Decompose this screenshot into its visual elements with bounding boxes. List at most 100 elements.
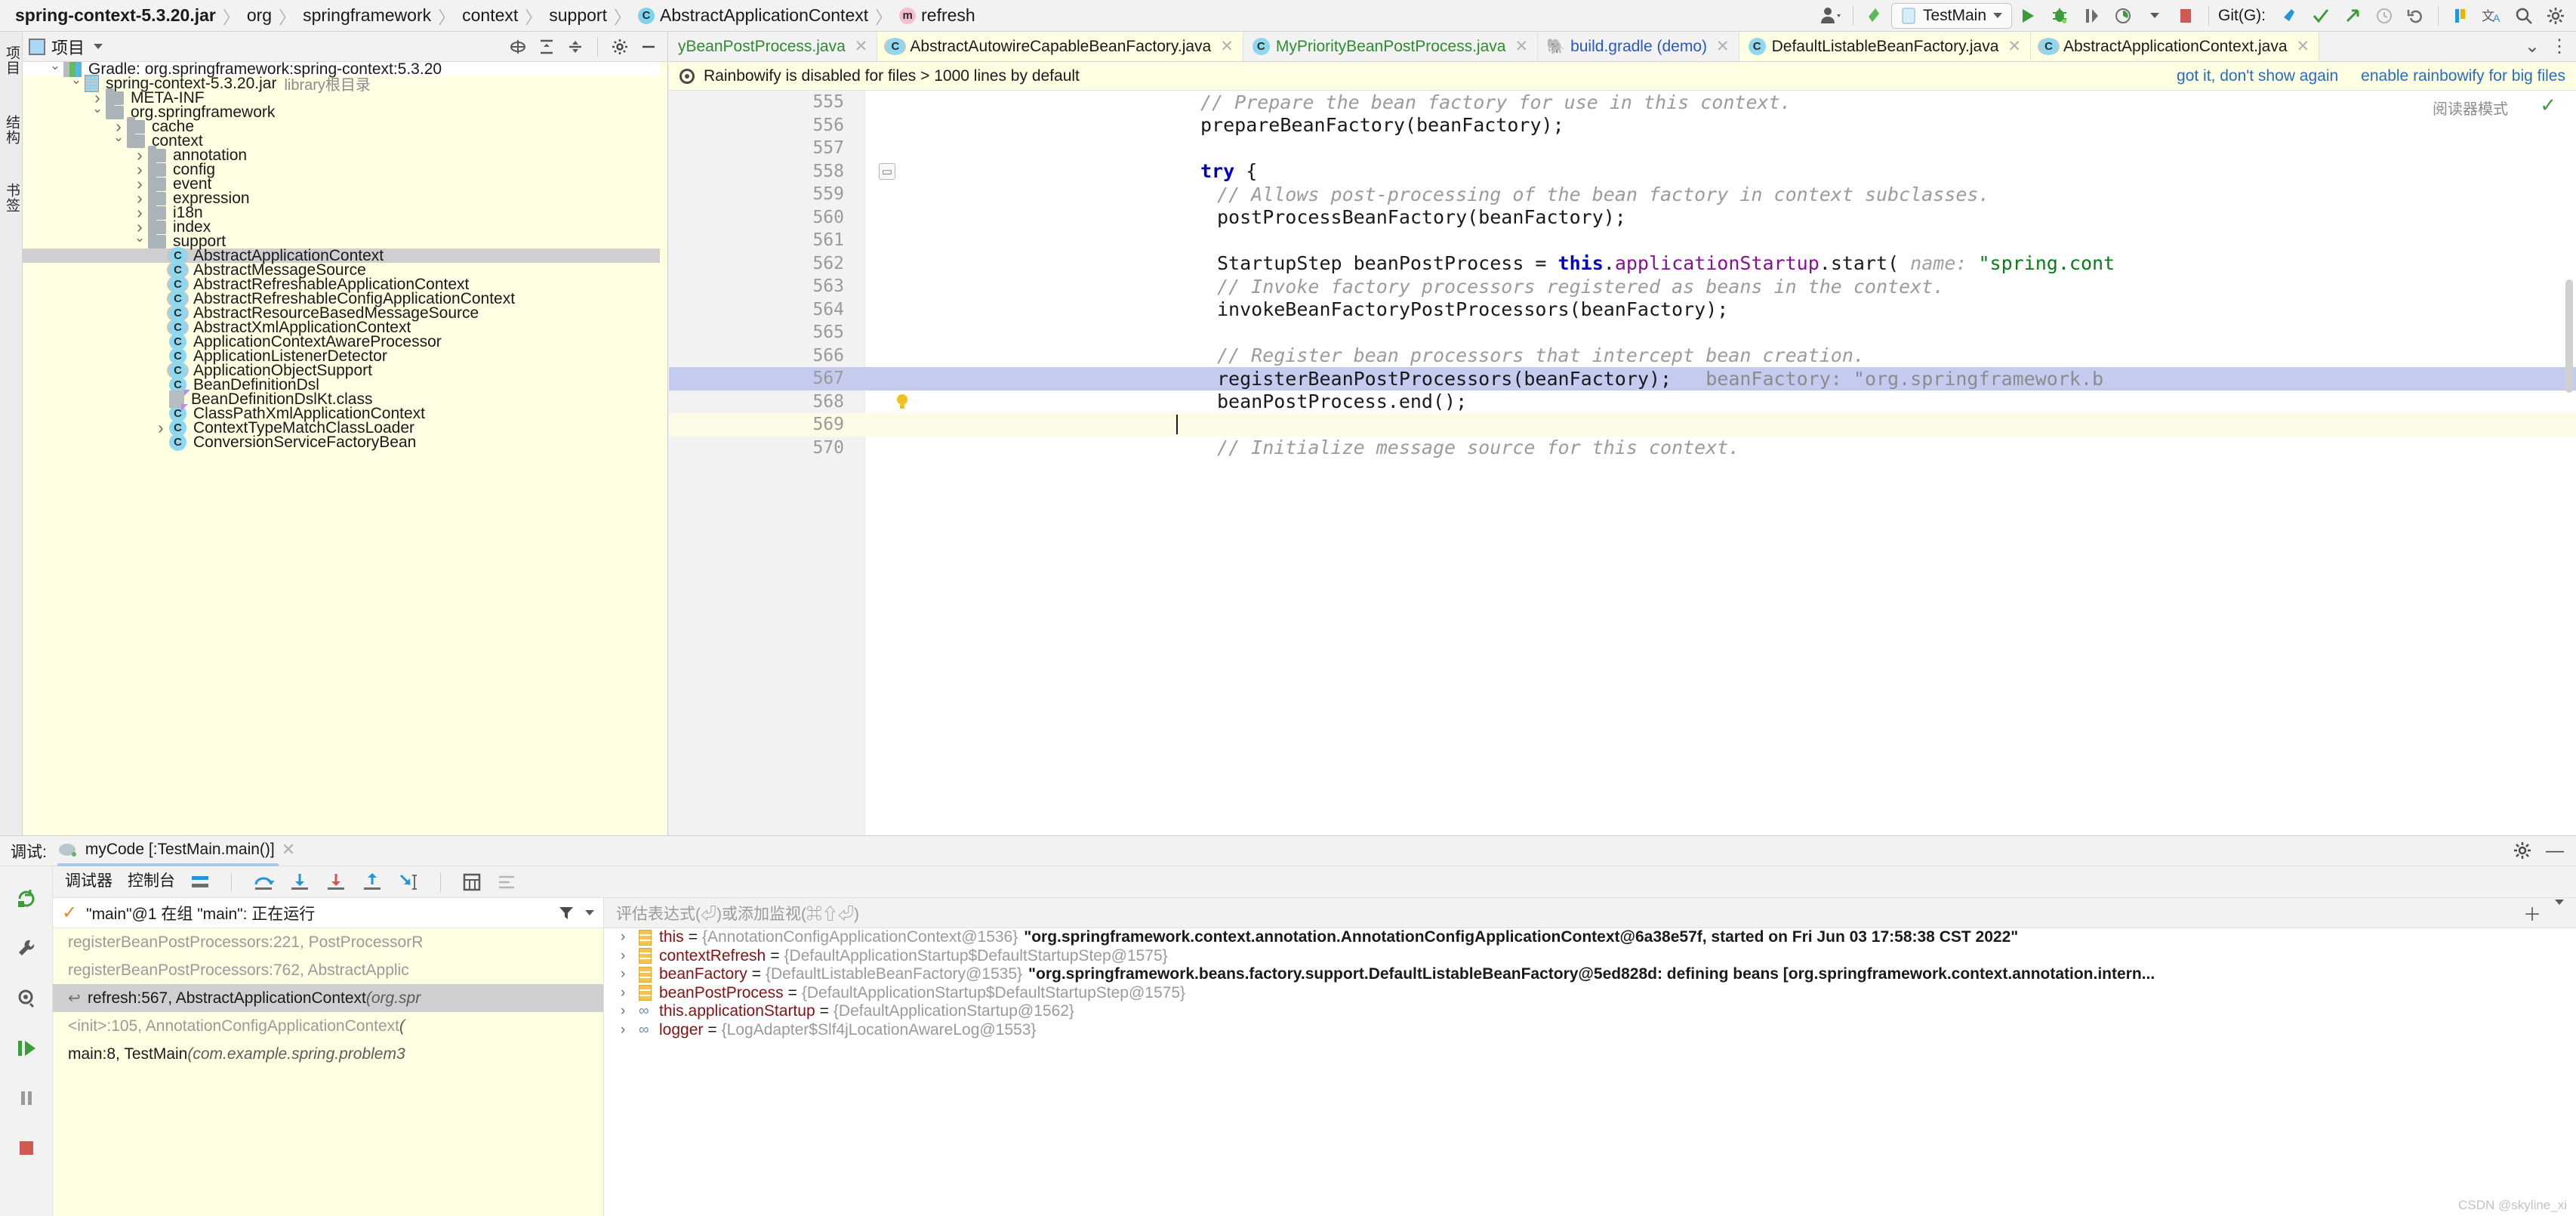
code-line[interactable]: 565 (669, 321, 2576, 344)
user-avatar-icon[interactable] (1815, 0, 1847, 32)
tree-node[interactable]: config (23, 159, 660, 178)
chevron-right-icon[interactable]: › (621, 1022, 639, 1039)
stack-frame[interactable]: main:8, TestMain (com.example.spring.pro… (53, 1040, 603, 1068)
tree-node[interactable]: C ConversionServiceFactoryBean (23, 434, 660, 451)
code-line[interactable]: 560 postProcessBeanFactory(beanFactory); (669, 206, 2576, 230)
resume-icon[interactable] (0, 1023, 52, 1073)
run-with-coverage-icon[interactable] (2075, 0, 2107, 32)
profile-dropdown-icon[interactable] (2139, 0, 2171, 32)
editor-scrollbar[interactable] (2565, 279, 2573, 393)
reader-mode-label[interactable]: 阅读器模式 (2433, 97, 2508, 119)
debug-icon[interactable] (2044, 0, 2075, 32)
breadcrumb-item-org[interactable]: org (242, 5, 276, 26)
view-breakpoints-icon[interactable] (0, 974, 52, 1023)
code-line[interactable]: 566 // Register bean processors that inte… (669, 344, 2576, 368)
code-line[interactable]: 570 // Initialize message source for this… (669, 437, 2576, 460)
run-to-cursor-icon[interactable] (398, 872, 419, 892)
step-out-icon[interactable] (362, 872, 383, 892)
editor-tab[interactable]: C AbstractAutowireCapableBeanFactory.java… (877, 32, 1243, 61)
close-icon[interactable]: ✕ (1716, 37, 1730, 56)
code-lines[interactable]: 555 // Prepare the bean factory for use i… (669, 91, 2576, 835)
editor-tab[interactable]: C DefaultListableBeanFactory.java ✕ (1739, 32, 2032, 61)
variable-row[interactable]: › this = {AnnotationConfigApplicationContex… (604, 928, 2576, 947)
stop-icon[interactable] (0, 1123, 52, 1173)
git-history-icon[interactable] (2368, 0, 2400, 32)
editor-tab[interactable]: yBeanPostProcess.java ✕ (669, 32, 878, 61)
stack-frame[interactable]: registerBeanPostProcessors:221, PostProc… (53, 928, 603, 956)
tool-window-bookmarks[interactable]: 书签 (2, 183, 22, 213)
chevron-down-icon[interactable] (94, 44, 103, 49)
variables-list[interactable]: › this = {AnnotationConfigApplicationContex… (604, 928, 2576, 1039)
chevron-right-icon[interactable] (153, 418, 169, 438)
project-tree[interactable]: Gradle: org.springframework:spring-conte… (23, 62, 660, 835)
variable-row[interactable]: › beanPostProcess = {DefaultApplicationStar… (604, 984, 2576, 1003)
close-icon[interactable]: ✕ (1220, 37, 1234, 56)
breadcrumb-item-context[interactable]: context (458, 5, 522, 26)
tree-node[interactable]: annotation (23, 145, 660, 164)
code-line[interactable]: 564 invokeBeanFactoryPostProcessors(beanF… (669, 298, 2576, 322)
chevron-down-icon[interactable] (585, 910, 594, 915)
got-it-link[interactable]: got it, don't show again (2177, 67, 2338, 85)
chevron-down-icon[interactable] (131, 234, 148, 249)
evaluate-expression-bar[interactable]: 评估表达式(⏎)或添加监视(⌘⇧⏎) ＋ (604, 898, 2576, 928)
tab-options-icon[interactable]: ⋮ (2550, 35, 2568, 57)
variable-row[interactable]: › beanFactory = {DefaultListableBeanFactory… (604, 965, 2576, 984)
tree-node[interactable]: spring-context-5.3.20.jarlibrary根目录 (23, 75, 660, 94)
mute-breakpoints-icon[interactable] (497, 872, 516, 892)
filter-icon[interactable] (558, 905, 575, 921)
breadcrumb-item-method[interactable]: m refresh (895, 5, 980, 26)
frames-list[interactable]: registerBeanPostProcessors:221, PostProc… (53, 928, 603, 1068)
chevron-down-icon[interactable] (68, 76, 85, 91)
chevron-right-icon[interactable]: › (621, 985, 639, 1002)
tab-list-chevron-icon[interactable]: ⌄ (2525, 35, 2540, 57)
add-watch-icon[interactable]: ＋ (2523, 900, 2541, 926)
force-step-into-icon[interactable] (325, 872, 347, 892)
code-line[interactable]: 558 ▭ try { (669, 160, 2576, 184)
undo-arrow-icon[interactable] (1860, 0, 1891, 32)
code-line[interactable]: 561 (669, 229, 2576, 252)
tree-node[interactable]: expression (23, 188, 660, 207)
code-line[interactable]: 556 prepareBeanFactory(beanFactory); (669, 114, 2576, 137)
breadcrumb-item-support[interactable]: support (544, 5, 612, 26)
translate-icon[interactable]: 文A (2476, 0, 2508, 32)
gear-icon[interactable] (607, 34, 633, 60)
chevron-down-icon[interactable] (89, 105, 106, 120)
enable-rainbowify-link[interactable]: enable rainbowify for big files (2361, 67, 2565, 85)
git-commit-icon[interactable] (2305, 0, 2337, 32)
close-icon[interactable]: ✕ (1514, 37, 1528, 56)
tab-console[interactable]: 控制台 (128, 869, 175, 895)
step-into-icon[interactable] (289, 872, 310, 892)
collapse-all-icon[interactable] (534, 34, 559, 60)
code-line[interactable]: 562 StartupStep beanPostProcess = this.ap… (669, 252, 2576, 276)
editor-tab[interactable]: C AbstractApplicationContext.java ✕ (2031, 32, 2320, 61)
rerun-icon[interactable] (0, 874, 52, 924)
code-line[interactable]: 557 (669, 137, 2576, 160)
profile-icon[interactable] (2107, 0, 2139, 32)
settings-icon[interactable] (2540, 0, 2571, 32)
stack-frame[interactable]: <init>:105, AnnotationConfigApplicationC… (53, 1012, 603, 1040)
tab-debugger[interactable]: 调试器 (60, 869, 117, 901)
code-line[interactable]: 559 // Allows post-processing of the bean… (669, 183, 2576, 206)
code-line[interactable]: 563 // Invoke factory processors register… (669, 275, 2576, 298)
tree-node[interactable]: event (23, 174, 660, 193)
layout-icon[interactable] (190, 874, 210, 890)
tree-node[interactable]: org.springframework (23, 102, 660, 121)
chevron-right-icon[interactable]: › (621, 1003, 639, 1020)
git-rollback-icon[interactable] (2400, 0, 2432, 32)
git-update-icon[interactable] (2273, 0, 2305, 32)
step-over-icon[interactable] (253, 872, 274, 892)
evaluate-icon[interactable] (462, 872, 482, 892)
chevron-down-icon[interactable] (47, 62, 63, 77)
editor-tab[interactable]: C MyPriorityBeanPostProcess.java ✕ (1243, 32, 1539, 61)
expand-icon[interactable] (562, 34, 588, 60)
chevron-right-icon[interactable]: › (621, 929, 639, 946)
editor-tab[interactable]: 🐘 build.gradle (demo) ✕ (1538, 32, 1739, 61)
inspection-ok-icon[interactable]: ✓ (2540, 94, 2556, 117)
variable-row[interactable]: › ∞ this.applicationStartup = {DefaultApplic… (604, 1002, 2576, 1021)
tree-node[interactable]: context (23, 131, 660, 150)
hide-icon[interactable]: — (2546, 841, 2564, 862)
gear-icon[interactable] (2513, 841, 2532, 862)
intention-bulb-icon[interactable] (892, 392, 912, 412)
search-icon[interactable] (2508, 0, 2540, 32)
close-icon[interactable]: ✕ (2297, 37, 2310, 56)
